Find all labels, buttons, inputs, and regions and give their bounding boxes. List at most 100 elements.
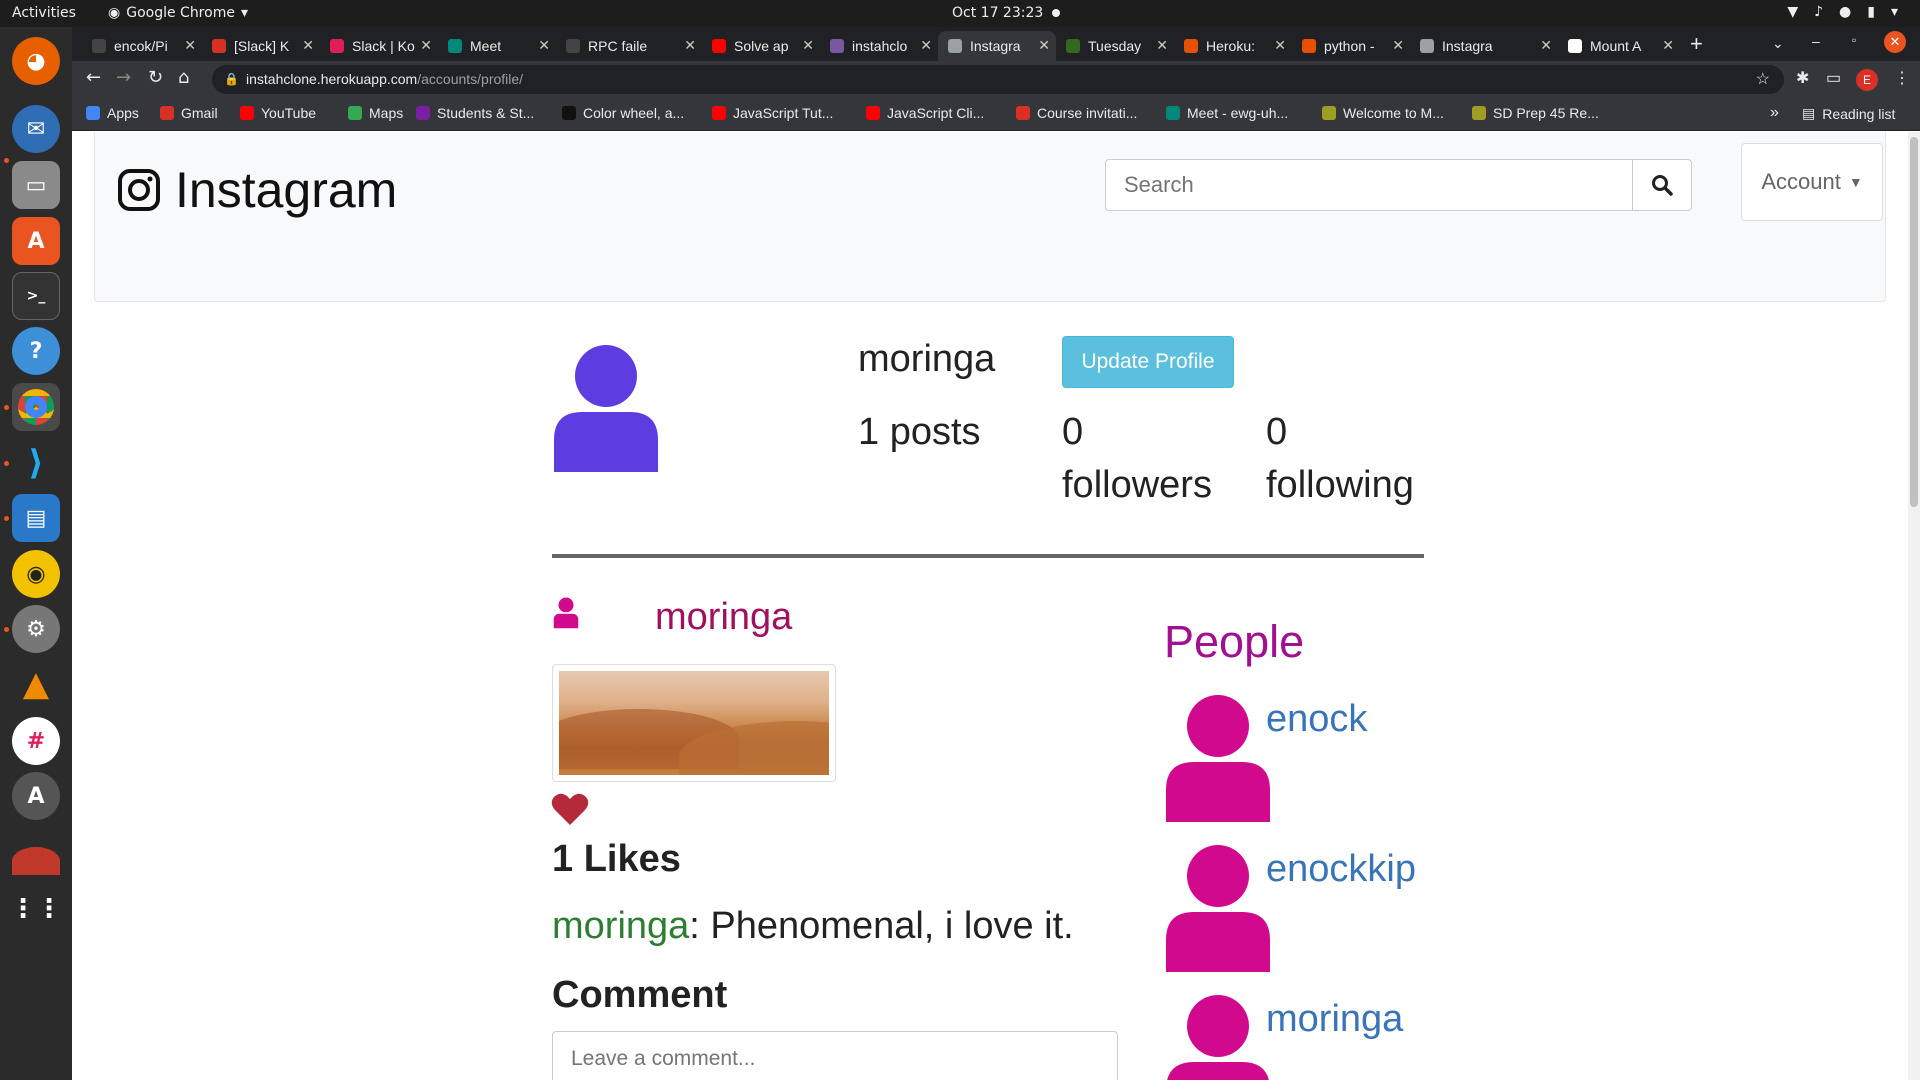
page-scrollbar[interactable] <box>1908 132 1920 1080</box>
post-image[interactable] <box>552 664 836 782</box>
bookmark-item[interactable]: Course invitati... <box>1016 105 1137 121</box>
people-name-link[interactable]: enock <box>1266 698 1367 741</box>
tab-close-icon[interactable]: ✕ <box>1662 37 1674 54</box>
software-updater-icon[interactable]: A <box>12 772 60 820</box>
bookmarks-overflow-button[interactable]: » <box>1770 104 1779 122</box>
browser-tab[interactable]: Tuesday ✕ <box>1056 31 1174 61</box>
comment-input[interactable] <box>552 1031 1118 1080</box>
browser-tab[interactable]: Instagra ✕ <box>1410 31 1558 61</box>
post-author-link[interactable]: moringa <box>655 596 792 639</box>
bookmark-star-icon[interactable]: ☆ <box>1756 65 1770 94</box>
chrome-icon[interactable] <box>12 383 60 431</box>
address-bar[interactable]: 🔒 instahclone.herokuapp.com/accounts/pro… <box>212 65 1784 94</box>
browser-tab[interactable]: Instagra ✕ <box>938 31 1056 61</box>
bookmark-item[interactable]: YouTube <box>240 105 316 121</box>
tab-close-icon[interactable]: ✕ <box>538 37 550 54</box>
rhythmbox-icon[interactable]: ◉ <box>12 550 60 598</box>
tab-close-icon[interactable]: ✕ <box>684 37 696 54</box>
bookmark-item[interactable]: Color wheel, a... <box>562 105 684 121</box>
bookmark-item[interactable]: Welcome to M... <box>1322 105 1444 121</box>
software-center-icon[interactable]: A <box>12 217 60 265</box>
browser-tab[interactable]: instahclo ✕ <box>820 31 938 61</box>
people-name-link[interactable]: moringa <box>1266 998 1403 1041</box>
account-dropdown[interactable]: Account ▼ <box>1741 143 1883 221</box>
vlc-icon[interactable]: ▲ <box>12 660 60 708</box>
people-item[interactable]: enock <box>1162 694 1367 829</box>
tab-close-icon[interactable]: ✕ <box>1156 37 1168 54</box>
tab-close-icon[interactable]: ✕ <box>184 37 196 54</box>
tab-close-icon[interactable]: ✕ <box>302 37 314 54</box>
new-tab-button[interactable]: + <box>1690 31 1703 57</box>
bookmark-item[interactable]: Students & St... <box>416 105 534 121</box>
slack-icon[interactable]: # <box>12 717 60 765</box>
restore-button[interactable]: ▫ <box>1852 33 1856 47</box>
people-item[interactable]: moringa <box>1163 994 1403 1080</box>
update-profile-button[interactable]: Update Profile <box>1062 336 1234 388</box>
instagram-icon <box>118 169 160 211</box>
browser-tab[interactable]: Mount A ✕ <box>1558 31 1680 61</box>
browser-tab[interactable]: encok/Pi ✕ <box>82 31 202 61</box>
browser-tab[interactable]: RPC faile ✕ <box>556 31 702 61</box>
activities-button[interactable]: Activities <box>12 5 76 21</box>
search-input[interactable] <box>1105 159 1633 211</box>
vscode-icon[interactable]: ⟩ <box>12 439 60 487</box>
browser-tab[interactable]: python - ✕ <box>1292 31 1410 61</box>
close-window-button[interactable]: ✕ <box>1884 31 1906 53</box>
site-navbar: Instagram Account ▼ <box>94 132 1886 302</box>
home-icon[interactable]: ⌂ <box>178 67 189 88</box>
cast-icon[interactable]: ▭ <box>1826 68 1841 88</box>
chrome-menu-icon[interactable]: ⋮ <box>1894 68 1910 88</box>
system-tray[interactable]: ▼ ♪ ● ▮ ▾ <box>1787 4 1898 20</box>
bookmark-item[interactable]: JavaScript Cli... <box>866 105 984 121</box>
brand-link[interactable]: Instagram <box>117 161 397 219</box>
extensions-icon[interactable]: ✱ <box>1796 68 1809 88</box>
app-menu[interactable]: ◉ Google Chrome ▾ <box>108 5 248 21</box>
reload-icon[interactable]: ↻ <box>148 67 163 88</box>
tab-close-icon[interactable]: ✕ <box>920 37 932 54</box>
back-icon[interactable]: ← <box>86 67 101 88</box>
firefox-icon[interactable]: ◕ <box>12 37 60 85</box>
help-icon[interactable]: ? <box>12 327 60 375</box>
forward-icon[interactable]: → <box>116 67 131 88</box>
bookmark-item[interactable]: SD Prep 45 Re... <box>1472 105 1599 121</box>
like-button[interactable] <box>551 792 589 831</box>
settings-icon[interactable]: ⚙ <box>12 605 60 653</box>
bookmark-item[interactable]: Meet - ewg-uh... <box>1166 105 1288 121</box>
browser-tab[interactable]: Meet ✕ <box>438 31 556 61</box>
bookmark-item[interactable]: Apps <box>86 105 139 121</box>
tab-close-icon[interactable]: ✕ <box>1038 37 1050 54</box>
thunderbird-icon[interactable]: ✉ <box>12 105 60 153</box>
bookmark-item[interactable]: JavaScript Tut... <box>712 105 833 121</box>
scrollbar-thumb[interactable] <box>1910 137 1918 507</box>
tab-close-icon[interactable]: ✕ <box>802 37 814 54</box>
comment-author[interactable]: moringa <box>552 905 689 947</box>
people-name-link[interactable]: enockkip <box>1266 848 1416 891</box>
browser-tab[interactable]: [Slack] K ✕ <box>202 31 320 61</box>
clock[interactable]: Oct 17 23:23 <box>952 5 1043 21</box>
profile-avatar-button[interactable]: E <box>1856 69 1878 91</box>
power-menu-icon: ▾ <box>1890 4 1898 20</box>
browser-tab[interactable]: Solve ap ✕ <box>702 31 820 61</box>
writer-icon[interactable]: ▤ <box>12 494 60 542</box>
app-icon[interactable] <box>12 847 60 875</box>
search-button[interactable] <box>1632 159 1692 211</box>
show-applications-icon[interactable]: ⋮⋮ <box>10 885 62 933</box>
files-icon[interactable]: ▭ <box>12 161 60 209</box>
profile-avatar <box>552 344 660 474</box>
lock-icon: 🔒 <box>224 72 239 86</box>
tab-search-icon[interactable]: ⌄ <box>1772 35 1784 52</box>
minimize-button[interactable]: – <box>1812 33 1820 49</box>
followers-stat[interactable]: 0 followers <box>1062 406 1212 512</box>
tab-close-icon[interactable]: ✕ <box>420 37 432 54</box>
bookmark-item[interactable]: Gmail <box>160 105 218 121</box>
browser-tab[interactable]: Slack | Ko ✕ <box>320 31 438 61</box>
tab-close-icon[interactable]: ✕ <box>1274 37 1286 54</box>
reading-list-button[interactable]: ▤ Reading list <box>1802 105 1895 122</box>
terminal-icon[interactable]: >_ <box>12 272 60 320</box>
bookmark-item[interactable]: Maps <box>348 105 403 121</box>
tab-close-icon[interactable]: ✕ <box>1540 37 1552 54</box>
people-item[interactable]: enockkip <box>1162 844 1416 979</box>
tab-close-icon[interactable]: ✕ <box>1392 37 1404 54</box>
browser-tab[interactable]: Heroku: ✕ <box>1174 31 1292 61</box>
following-stat[interactable]: 0 following <box>1266 406 1414 512</box>
